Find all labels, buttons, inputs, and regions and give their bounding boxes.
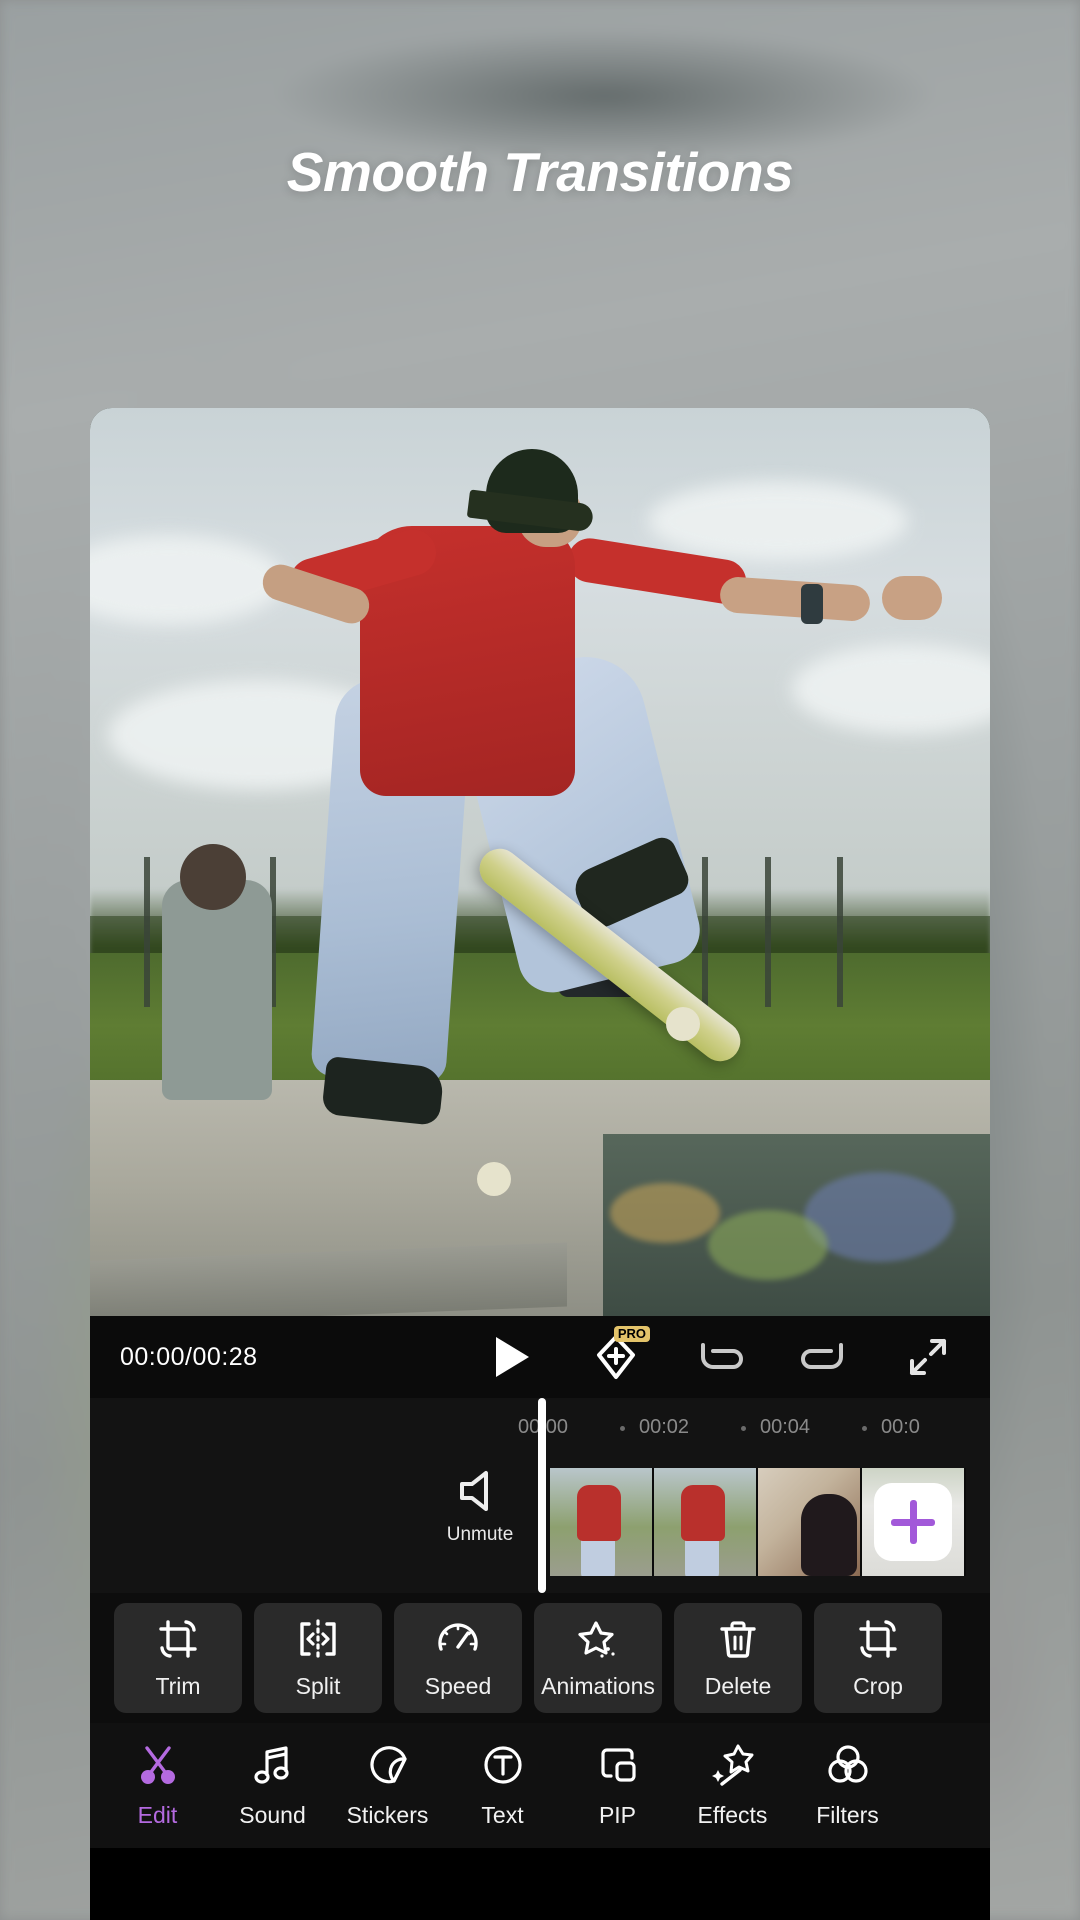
nav-label: Edit	[137, 1802, 178, 1828]
play-icon	[496, 1337, 529, 1377]
action-label: Trim	[155, 1673, 201, 1699]
background-person	[162, 880, 272, 1101]
app-screenshot: 00:00/00:28 PRO 00:02 00:04 00:0 Unmute …	[90, 408, 990, 1920]
animations-icon	[578, 1621, 615, 1658]
timeline-track[interactable]: Unmute	[90, 1398, 990, 1593]
fullscreen-button[interactable]	[902, 1331, 954, 1383]
action-animations[interactable]: Animations	[534, 1603, 662, 1713]
unmute-button[interactable]: Unmute	[420, 1468, 540, 1546]
action-label: Animations	[541, 1673, 655, 1699]
clip-strip[interactable]	[550, 1468, 966, 1576]
cloud	[648, 480, 908, 561]
action-trim[interactable]: Trim	[114, 1603, 242, 1713]
redo-icon	[801, 1343, 843, 1369]
fence-post	[702, 857, 708, 1008]
nav-item-edit[interactable]: Edit	[100, 1742, 215, 1829]
action-label: Split	[295, 1673, 341, 1699]
filters-icon	[827, 1745, 868, 1783]
bottom-nav: Edit Sound Stickers Text PIP Effects Fil…	[90, 1723, 990, 1848]
nav-label: Sound	[239, 1802, 306, 1828]
nav-item-text[interactable]: Text	[445, 1742, 560, 1829]
scissors-icon	[140, 1746, 175, 1784]
undo-icon	[701, 1343, 743, 1369]
ruler-dot	[741, 1426, 746, 1431]
playhead[interactable]	[538, 1398, 546, 1593]
background-person-head	[180, 843, 246, 910]
clip-thumbnail[interactable]	[550, 1468, 654, 1576]
page-title: Smooth Transitions	[286, 141, 794, 203]
sticker-icon	[369, 1746, 407, 1784]
ruler-dot	[862, 1426, 867, 1431]
ruler-tick: 00:0	[881, 1416, 920, 1438]
effects-icon	[711, 1744, 753, 1786]
skateboard-wheel	[477, 1161, 511, 1196]
video-preview[interactable]	[90, 408, 990, 1316]
text-icon	[483, 1746, 522, 1784]
graffiti	[708, 1209, 828, 1280]
trim-icon	[159, 1620, 197, 1658]
redo-button[interactable]	[798, 1331, 850, 1383]
nav-label: Text	[481, 1802, 524, 1828]
clip-thumbnail[interactable]	[654, 1468, 758, 1576]
speed-icon	[438, 1623, 478, 1651]
play-button[interactable]	[486, 1331, 538, 1383]
music-note-icon	[253, 1746, 289, 1784]
ruler-tick: 00:02	[639, 1416, 690, 1438]
undo-button[interactable]	[694, 1331, 746, 1383]
delete-icon	[720, 1621, 756, 1658]
add-clip-slot[interactable]	[862, 1468, 966, 1576]
action-label: Speed	[424, 1673, 492, 1699]
pro-badge: PRO	[613, 1326, 650, 1342]
playback-controls: PRO	[486, 1326, 960, 1383]
fullscreen-icon	[910, 1339, 946, 1375]
speaker-icon	[460, 1471, 488, 1511]
action-delete[interactable]: Delete	[674, 1603, 802, 1713]
action-split[interactable]: Split	[254, 1603, 382, 1713]
ruler-dot	[620, 1426, 625, 1431]
keyframe-button[interactable]: PRO	[590, 1326, 650, 1383]
skater-right-hand	[882, 575, 942, 620]
nav-item-effects[interactable]: Effects	[675, 1742, 790, 1829]
nav-item-sound[interactable]: Sound	[215, 1742, 330, 1829]
nav-item-filters[interactable]: Filters	[790, 1742, 905, 1829]
unmute-label: Unmute	[446, 1524, 514, 1545]
timecode-display: 00:00/00:28	[120, 1342, 258, 1371]
nav-label: Filters	[816, 1802, 879, 1828]
add-clip-plate	[874, 1483, 952, 1561]
action-label: Crop	[853, 1673, 903, 1699]
ruler-tick: 00:04	[760, 1416, 811, 1438]
nav-item-stickers[interactable]: Stickers	[330, 1742, 445, 1829]
playback-control-bar: 00:00/00:28 PRO	[90, 1316, 990, 1398]
action-speed[interactable]: Speed	[394, 1603, 522, 1713]
pip-icon	[600, 1748, 636, 1782]
graffiti	[610, 1183, 720, 1244]
clip-action-bar: Trim Split Speed Animations Delete Crop	[90, 1593, 990, 1723]
fence-post	[765, 857, 771, 1008]
action-label: Delete	[704, 1673, 772, 1699]
nav-label: PIP	[598, 1802, 637, 1828]
action-crop[interactable]: Crop	[814, 1603, 942, 1713]
plus-icon	[891, 1500, 935, 1544]
skater-watch	[801, 584, 823, 625]
crop-icon	[859, 1620, 897, 1658]
nav-label: Stickers	[346, 1802, 429, 1828]
nav-label: Effects	[697, 1802, 768, 1828]
split-icon	[300, 1619, 336, 1659]
clip-thumbnail[interactable]	[758, 1468, 862, 1576]
nav-item-pip[interactable]: PIP	[560, 1742, 675, 1829]
add-clip-button[interactable]	[862, 1468, 964, 1576]
fence-post	[837, 857, 843, 1008]
fence-post	[144, 857, 150, 1008]
timeline[interactable]: 00:00 00:02 00:04 00:0 Unmute	[90, 1398, 990, 1593]
